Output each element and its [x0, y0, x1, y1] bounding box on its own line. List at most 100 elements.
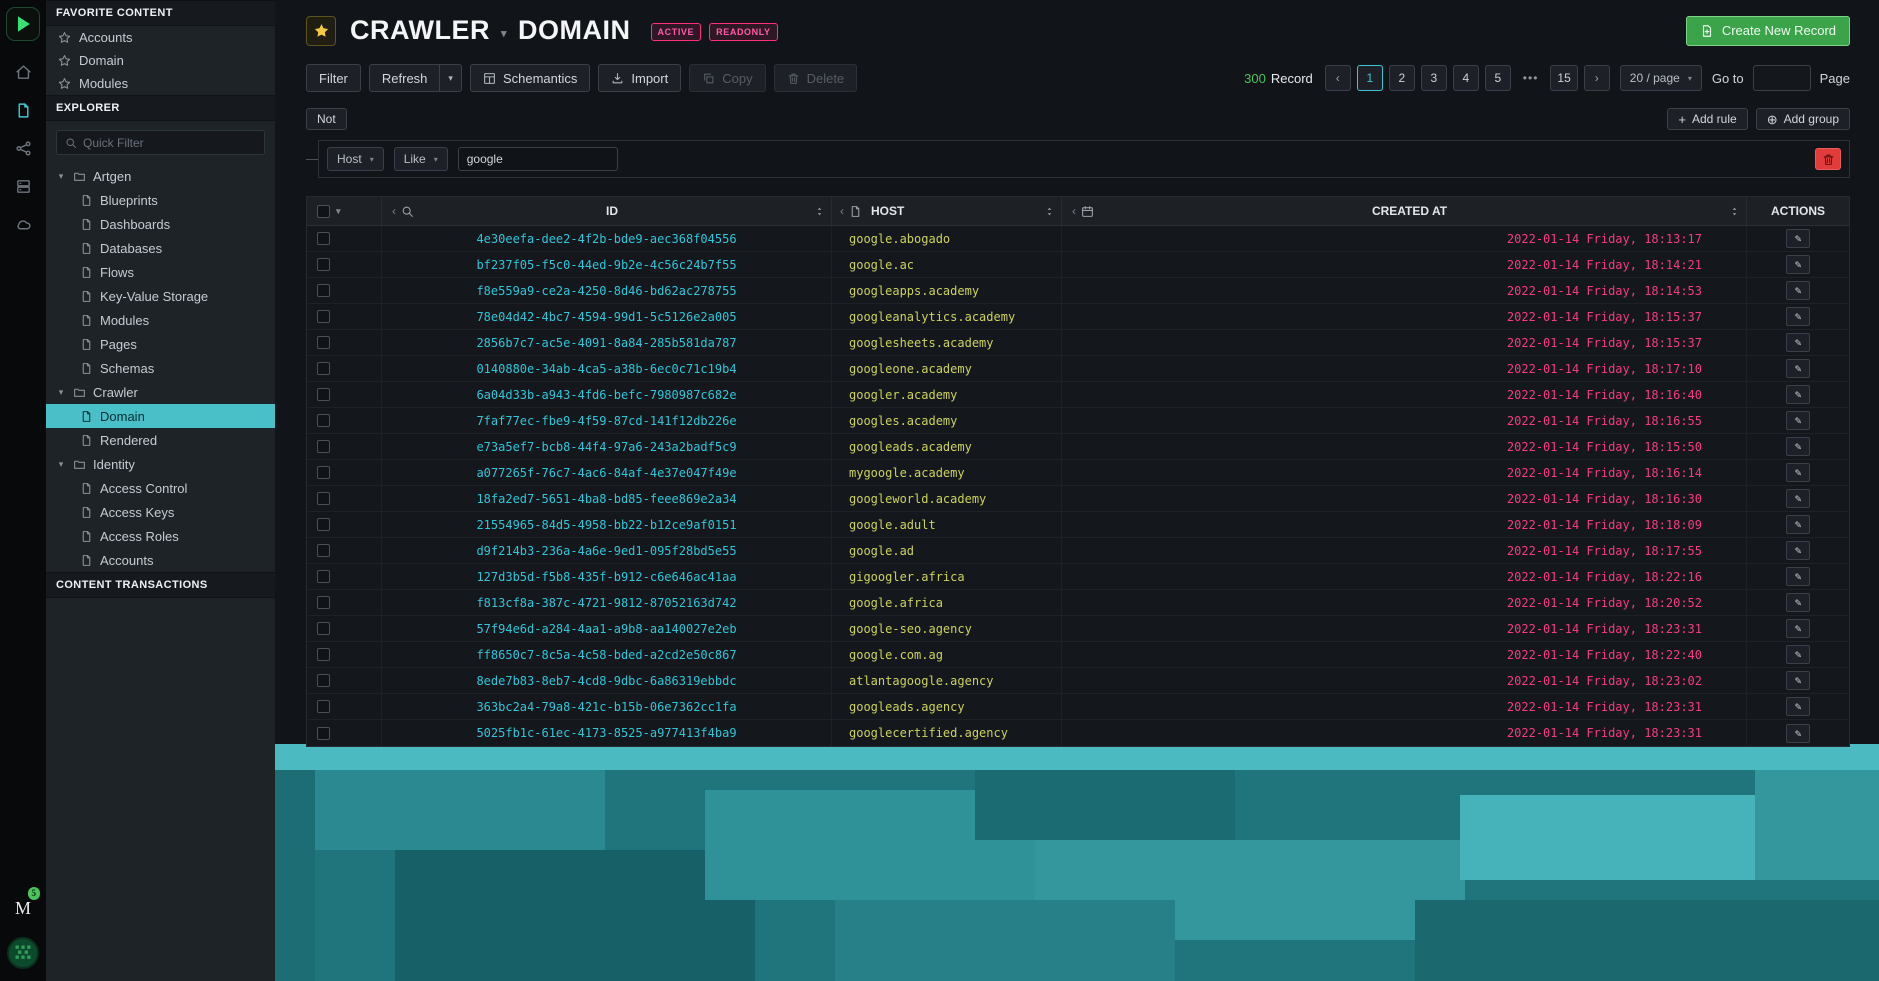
page-size-select[interactable]: 20 / page ▾: [1620, 65, 1702, 91]
rail-content-button[interactable]: [0, 91, 46, 129]
quick-filter-input[interactable]: [83, 136, 256, 150]
collapse-column-icon[interactable]: ‹: [392, 204, 396, 218]
tree-item-databases[interactable]: Databases: [46, 236, 275, 260]
edit-record-button[interactable]: ✎: [1786, 619, 1810, 638]
favorite-item-domain[interactable]: Domain: [46, 49, 275, 72]
edit-record-button[interactable]: ✎: [1786, 437, 1810, 456]
pagination-ellipsis[interactable]: •••: [1517, 65, 1545, 91]
row-checkbox[interactable]: [317, 492, 330, 505]
row-checkbox[interactable]: [317, 310, 330, 323]
tree-item-dashboards[interactable]: Dashboards: [46, 212, 275, 236]
copy-button[interactable]: Copy: [689, 64, 765, 92]
rail-flow-button[interactable]: [0, 129, 46, 167]
create-new-record-button[interactable]: Create New Record: [1686, 16, 1850, 46]
user-menu[interactable]: M 5: [7, 893, 39, 923]
tree-item-pages[interactable]: Pages: [46, 332, 275, 356]
favorite-toggle-button[interactable]: [306, 16, 336, 46]
tree-item-rendered[interactable]: Rendered: [46, 428, 275, 452]
edit-record-button[interactable]: ✎: [1786, 541, 1810, 560]
rail-home-button[interactable]: [0, 53, 46, 91]
pagination-prev-button[interactable]: ‹: [1325, 65, 1351, 91]
pagination-page-3[interactable]: 3: [1421, 65, 1447, 91]
caret-down-icon[interactable]: ▾: [56, 171, 66, 182]
row-checkbox[interactable]: [317, 414, 330, 427]
delete-button[interactable]: Delete: [774, 64, 858, 92]
edit-record-button[interactable]: ✎: [1786, 463, 1810, 482]
rule-operator-select[interactable]: Like ▾: [394, 147, 448, 171]
collapse-column-icon[interactable]: ‹: [840, 204, 844, 218]
tree-item-accounts[interactable]: Accounts: [46, 548, 275, 572]
app-logo[interactable]: [6, 7, 40, 41]
edit-record-button[interactable]: ✎: [1786, 411, 1810, 430]
edit-record-button[interactable]: ✎: [1786, 281, 1810, 300]
tree-item-key-value-storage[interactable]: Key-Value Storage: [46, 284, 275, 308]
row-checkbox[interactable]: [317, 570, 330, 583]
row-checkbox[interactable]: [317, 674, 330, 687]
edit-record-button[interactable]: ✎: [1786, 671, 1810, 690]
pagination-next-button[interactable]: ›: [1584, 65, 1610, 91]
add-group-button[interactable]: ⊕Add group: [1756, 108, 1850, 130]
tree-item-modules[interactable]: Modules: [46, 308, 275, 332]
profile-avatar[interactable]: [7, 937, 39, 969]
pagination-page-2[interactable]: 2: [1389, 65, 1415, 91]
sort-icon[interactable]: [1044, 205, 1055, 218]
edit-record-button[interactable]: ✎: [1786, 359, 1810, 378]
tree-folder-artgen[interactable]: ▾Artgen: [46, 164, 275, 188]
search-icon[interactable]: [401, 205, 414, 218]
goto-page-input[interactable]: [1753, 65, 1811, 91]
add-rule-button[interactable]: +Add rule: [1667, 108, 1747, 130]
header-column-host[interactable]: ‹ HOST: [832, 197, 1062, 225]
pagination-page-15[interactable]: 15: [1550, 65, 1577, 91]
favorite-item-modules[interactable]: Modules: [46, 72, 275, 95]
schemantics-button[interactable]: Schemantics: [470, 64, 590, 92]
edit-record-button[interactable]: ✎: [1786, 333, 1810, 352]
refresh-button[interactable]: Refresh: [369, 64, 441, 92]
pagination-page-5[interactable]: 5: [1485, 65, 1511, 91]
pagination-page-1[interactable]: 1: [1357, 65, 1383, 91]
filter-button[interactable]: Filter: [306, 64, 361, 92]
sort-icon[interactable]: [1729, 205, 1740, 218]
edit-record-button[interactable]: ✎: [1786, 489, 1810, 508]
row-checkbox[interactable]: [317, 362, 330, 375]
select-all-checkbox[interactable]: [317, 205, 330, 218]
header-column-created-at[interactable]: ‹ CREATED AT: [1062, 197, 1747, 225]
tree-item-access-roles[interactable]: Access Roles: [46, 524, 275, 548]
edit-record-button[interactable]: ✎: [1786, 385, 1810, 404]
tree-item-domain[interactable]: Domain: [46, 404, 275, 428]
row-checkbox[interactable]: [317, 596, 330, 609]
edit-record-button[interactable]: ✎: [1786, 567, 1810, 586]
rail-database-button[interactable]: [0, 167, 46, 205]
edit-record-button[interactable]: ✎: [1786, 307, 1810, 326]
row-checkbox[interactable]: [317, 440, 330, 453]
tree-item-access-control[interactable]: Access Control: [46, 476, 275, 500]
row-checkbox[interactable]: [317, 700, 330, 713]
tree-item-blueprints[interactable]: Blueprints: [46, 188, 275, 212]
row-checkbox[interactable]: [317, 544, 330, 557]
row-checkbox[interactable]: [317, 258, 330, 271]
select-menu-caret-icon[interactable]: ▾: [336, 206, 341, 217]
import-button[interactable]: Import: [598, 64, 681, 92]
row-checkbox[interactable]: [317, 466, 330, 479]
rail-cloud-button[interactable]: [0, 205, 46, 243]
tree-item-flows[interactable]: Flows: [46, 260, 275, 284]
header-column-id[interactable]: ‹ ID: [382, 197, 832, 225]
row-checkbox[interactable]: [317, 518, 330, 531]
rule-field-select[interactable]: Host ▾: [327, 147, 384, 171]
collapse-column-icon[interactable]: ‹: [1072, 204, 1076, 218]
not-toggle-button[interactable]: Not: [306, 108, 347, 130]
caret-down-icon[interactable]: ▾: [56, 387, 66, 398]
tree-folder-crawler[interactable]: ▾Crawler: [46, 380, 275, 404]
caret-down-icon[interactable]: ▾: [56, 459, 66, 470]
row-checkbox[interactable]: [317, 232, 330, 245]
edit-record-button[interactable]: ✎: [1786, 645, 1810, 664]
edit-record-button[interactable]: ✎: [1786, 724, 1810, 743]
sort-icon[interactable]: [814, 205, 825, 218]
row-checkbox[interactable]: [317, 336, 330, 349]
row-checkbox[interactable]: [317, 284, 330, 297]
pagination-page-4[interactable]: 4: [1453, 65, 1479, 91]
edit-record-button[interactable]: ✎: [1786, 697, 1810, 716]
row-checkbox[interactable]: [317, 648, 330, 661]
edit-record-button[interactable]: ✎: [1786, 515, 1810, 534]
delete-rule-button[interactable]: [1815, 148, 1841, 170]
row-checkbox[interactable]: [317, 622, 330, 635]
